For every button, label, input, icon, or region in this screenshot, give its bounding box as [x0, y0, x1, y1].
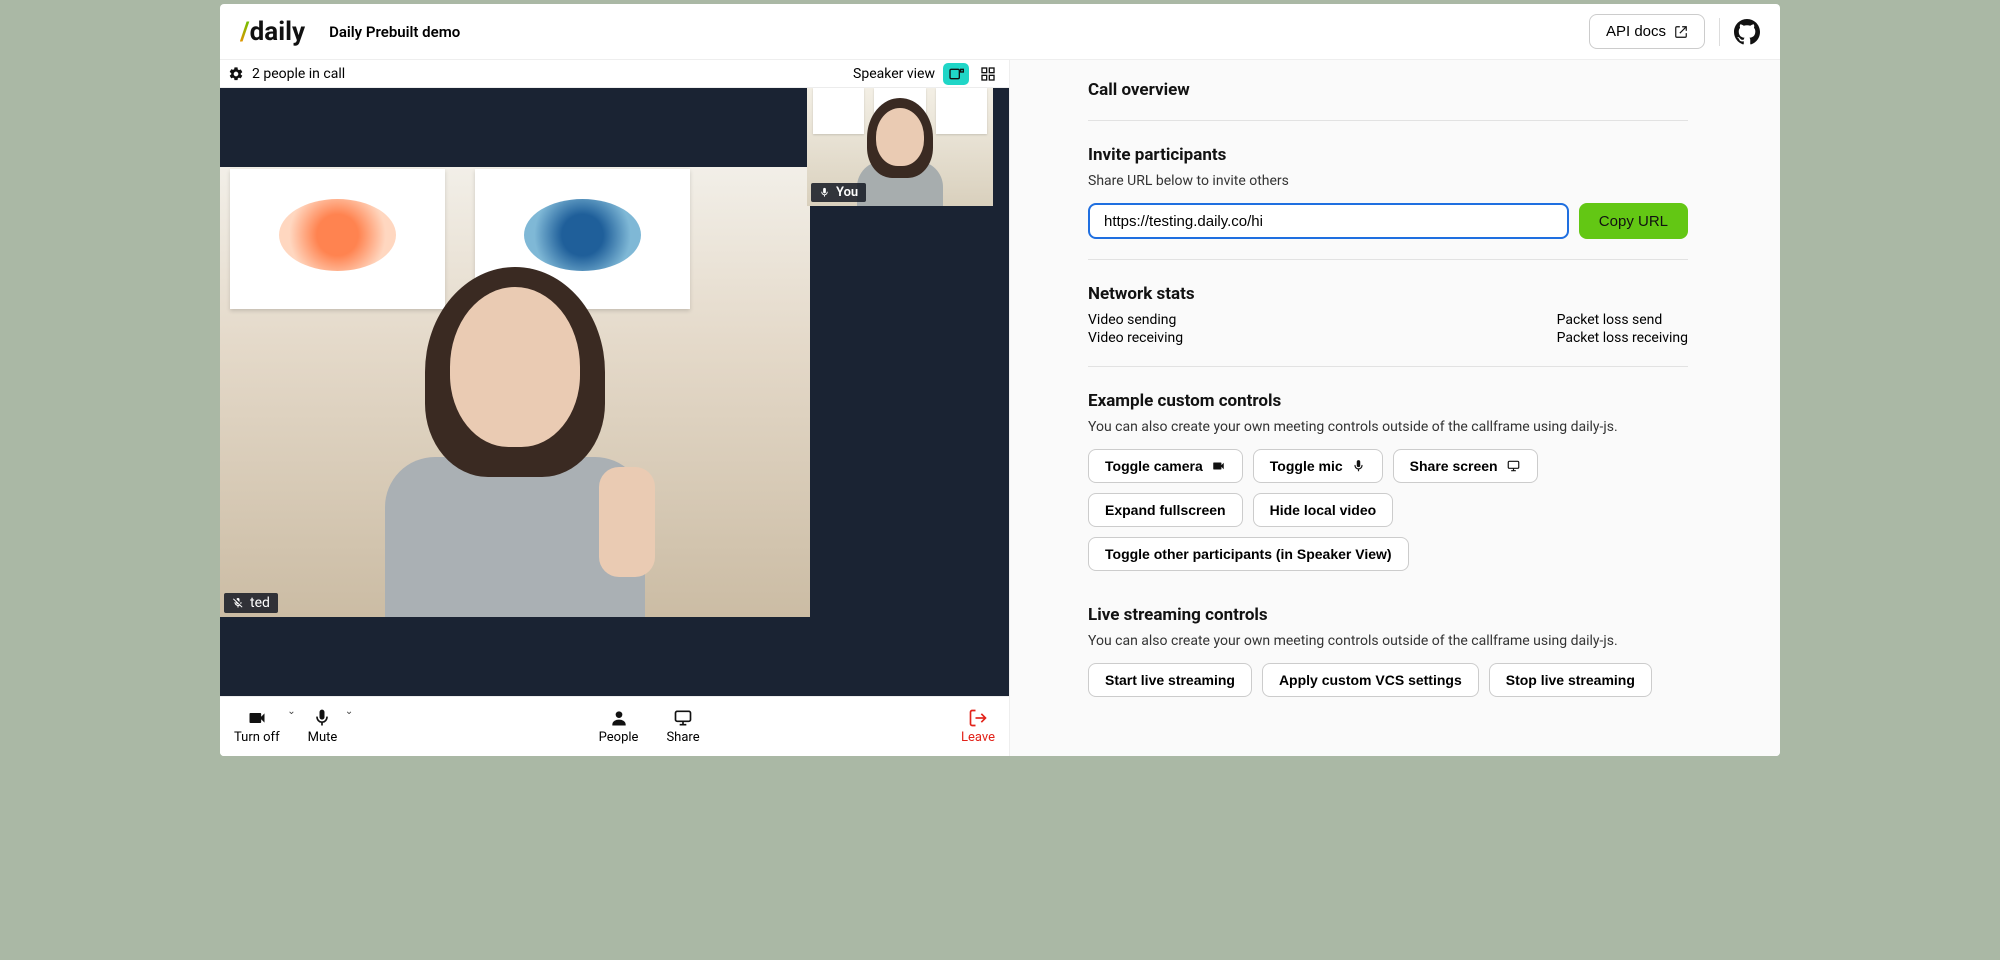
network-stats: Video sending Video receiving Packet los…	[1088, 312, 1688, 346]
gear-icon[interactable]	[228, 66, 244, 82]
expand-fullscreen-button[interactable]: Expand fullscreen	[1088, 493, 1243, 527]
call-bottombar: Turn off ⌄ Mute ⌄ People	[220, 696, 1009, 756]
hide-local-video-button[interactable]: Hide local video	[1253, 493, 1394, 527]
person-icon	[608, 708, 630, 728]
people-label: People	[599, 730, 639, 745]
section-separator	[1088, 366, 1688, 367]
camera-icon	[1211, 459, 1226, 473]
view-toggle	[943, 63, 1001, 85]
people-button[interactable]: People	[599, 708, 639, 745]
copy-url-button[interactable]: Copy URL	[1579, 203, 1688, 239]
screen-icon	[1506, 459, 1521, 473]
live-streaming-subtitle: You can also create your own meeting con…	[1088, 633, 1688, 649]
camera-label: Turn off	[234, 730, 280, 745]
share-screen-button[interactable]: Share screen	[1393, 449, 1538, 483]
github-icon[interactable]	[1734, 19, 1760, 45]
overview-inner: Call overview Invite participants Share …	[1088, 80, 1688, 697]
call-topbar-left: 2 people in call	[228, 66, 345, 82]
participant-name: ted	[250, 595, 270, 611]
header-bar: /daily Daily Prebuilt demo API docs	[220, 4, 1780, 60]
mic-on-icon	[819, 187, 830, 198]
toggle-camera-button[interactable]: Toggle camera	[1088, 449, 1243, 483]
self-video[interactable]: You	[807, 88, 993, 206]
call-panel: 2 people in call Speaker view	[220, 60, 1010, 756]
people-count-label: 2 people in call	[252, 66, 345, 82]
leave-button[interactable]: Leave	[961, 708, 995, 745]
api-docs-label: API docs	[1606, 23, 1666, 40]
mic-toggle-button[interactable]: Mute ⌄	[308, 708, 338, 745]
invite-title: Invite participants	[1088, 145, 1688, 165]
left-controls: Turn off ⌄ Mute ⌄	[234, 708, 337, 745]
header-right: API docs	[1589, 14, 1760, 49]
grid-view-button[interactable]	[975, 63, 1001, 85]
person-illustration	[365, 257, 665, 617]
screen-share-icon	[672, 708, 694, 728]
camera-icon	[246, 708, 268, 728]
live-streaming-row: Start live streaming Apply custom VCS se…	[1088, 663, 1688, 697]
custom-controls-subtitle: You can also create your own meeting con…	[1088, 419, 1688, 435]
chevron-down-icon[interactable]: ⌄	[345, 706, 353, 717]
invite-row: Copy URL	[1088, 203, 1688, 239]
network-title: Network stats	[1088, 284, 1688, 304]
live-streaming-title: Live streaming controls	[1088, 605, 1688, 625]
invite-subtitle: Share URL below to invite others	[1088, 173, 1688, 189]
logo-slash-icon: /	[240, 17, 250, 47]
camera-toggle-button[interactable]: Turn off ⌄	[234, 708, 280, 745]
share-button[interactable]: Share	[666, 708, 699, 745]
speaker-layout-icon	[948, 66, 964, 82]
toggle-mic-button[interactable]: Toggle mic	[1253, 449, 1383, 483]
video-area: ted You	[220, 88, 1009, 696]
main-split: 2 people in call Speaker view	[220, 60, 1780, 756]
stats-left: Video sending Video receiving	[1088, 312, 1183, 346]
mic-icon	[311, 708, 333, 728]
self-name: You	[836, 185, 858, 200]
daily-logo: /daily	[240, 17, 305, 47]
grid-layout-icon	[980, 66, 996, 82]
mic-icon	[1351, 459, 1366, 473]
self-name-chip: You	[811, 183, 866, 202]
packet-loss-send-label: Packet loss send	[1557, 312, 1688, 328]
header-divider	[1719, 18, 1720, 46]
share-label: Share	[666, 730, 699, 745]
section-separator	[1088, 259, 1688, 260]
mic-muted-icon	[232, 597, 244, 609]
center-controls: People Share	[599, 708, 700, 745]
app-window: /daily Daily Prebuilt demo API docs 2 pe…	[220, 4, 1780, 756]
speaker-view-button[interactable]	[943, 63, 969, 85]
overview-panel[interactable]: Call overview Invite participants Share …	[1010, 60, 1780, 756]
video-receiving-label: Video receiving	[1088, 330, 1183, 346]
logo-text: daily	[250, 17, 305, 47]
participant-name-chip: ted	[224, 593, 278, 613]
overview-title: Call overview	[1088, 80, 1688, 100]
toggle-other-participants-button[interactable]: Toggle other participants (in Speaker Vi…	[1088, 537, 1409, 571]
call-topbar: 2 people in call Speaker view	[220, 60, 1009, 88]
right-controls: Leave	[961, 708, 995, 745]
stats-right: Packet loss send Packet loss receiving	[1557, 312, 1688, 346]
video-sending-label: Video sending	[1088, 312, 1183, 328]
header-left: /daily Daily Prebuilt demo	[240, 17, 460, 47]
call-topbar-right: Speaker view	[853, 63, 1001, 85]
leave-icon	[967, 708, 989, 728]
api-docs-button[interactable]: API docs	[1589, 14, 1705, 49]
stop-live-streaming-button[interactable]: Stop live streaming	[1489, 663, 1652, 697]
invite-url-input[interactable]	[1088, 203, 1569, 239]
chevron-down-icon[interactable]: ⌄	[287, 706, 295, 717]
main-participant-video[interactable]: ted	[220, 167, 810, 617]
app-title: Daily Prebuilt demo	[329, 23, 460, 41]
packet-loss-receiving-label: Packet loss receiving	[1557, 330, 1688, 346]
custom-controls-row: Toggle camera Toggle mic Share screen Ex…	[1088, 449, 1688, 571]
external-link-icon	[1674, 25, 1688, 39]
view-mode-label: Speaker view	[853, 66, 935, 82]
section-separator	[1088, 120, 1688, 121]
leave-label: Leave	[961, 730, 995, 745]
start-live-streaming-button[interactable]: Start live streaming	[1088, 663, 1252, 697]
apply-vcs-button[interactable]: Apply custom VCS settings	[1262, 663, 1479, 697]
custom-controls-title: Example custom controls	[1088, 391, 1688, 411]
mic-label: Mute	[308, 730, 338, 745]
